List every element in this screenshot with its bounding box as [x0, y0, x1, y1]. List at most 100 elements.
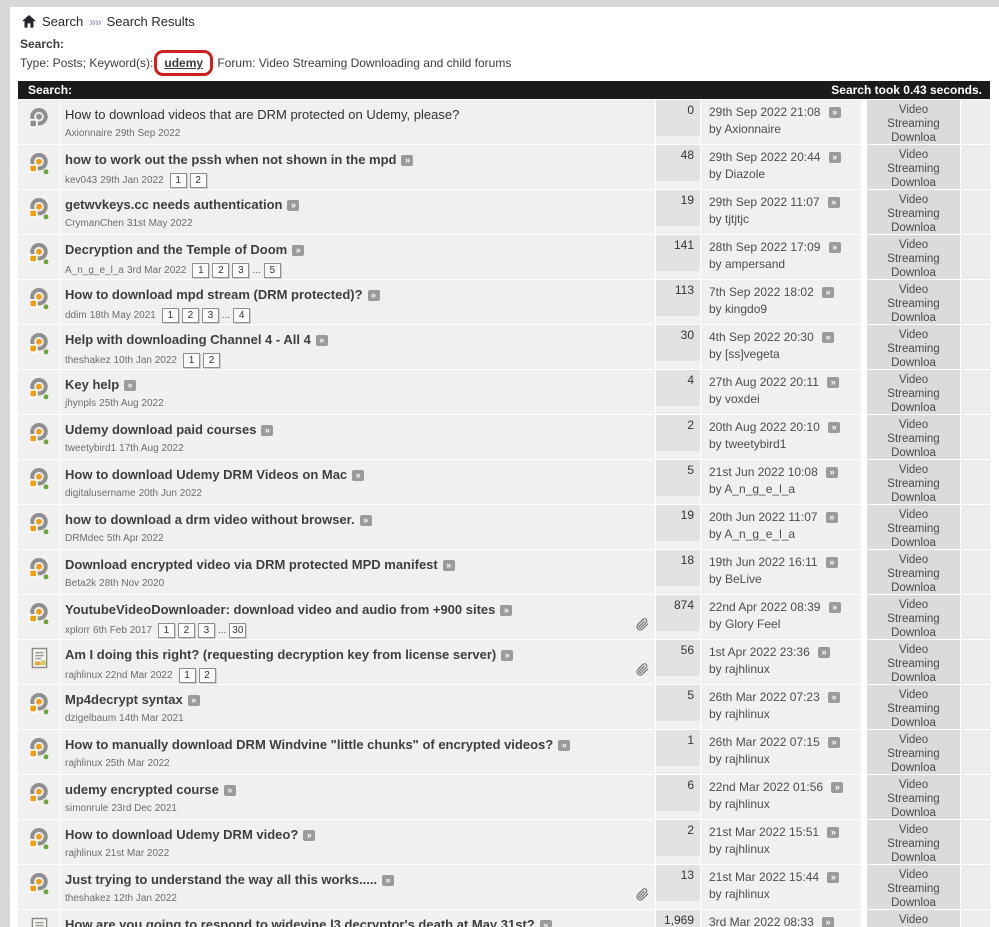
page-number-button[interactable]: 1 [157, 623, 175, 638]
thread-title-link[interactable]: udemy encrypted course [65, 782, 219, 797]
thread-author[interactable]: DRMdec [65, 533, 104, 544]
goto-last-post-icon[interactable]: » [827, 827, 840, 838]
thread-title-link[interactable]: Mp4decrypt syntax [65, 692, 183, 707]
forum-cell[interactable]: Video Streaming Downloa [867, 280, 960, 324]
goto-last-post-icon[interactable]: » [822, 917, 835, 927]
page-number-button[interactable]: 3 [232, 263, 250, 278]
forum-name-link[interactable]: Video Streaming Downloa [882, 284, 946, 324]
goto-newest-post-icon[interactable]: » [539, 920, 552, 927]
forum-cell[interactable]: Video Streaming Downloa [867, 550, 960, 594]
last-post-author[interactable]: by tweetybird1 [709, 437, 786, 451]
forum-name-link[interactable]: Video Streaming Downloa [882, 374, 946, 414]
thread-title-link[interactable]: Just trying to understand the way all th… [65, 872, 377, 887]
forum-cell[interactable]: Video Streaming Downloa [867, 865, 960, 909]
forum-name-link[interactable]: Video Streaming Downloa [882, 419, 946, 459]
forum-cell[interactable]: Video Streaming Downloa [867, 910, 960, 927]
page-number-button[interactable]: 2 [202, 353, 220, 368]
thread-author[interactable]: jhynpls [65, 398, 96, 409]
last-post-author[interactable]: by rajhlinux [709, 887, 770, 901]
goto-last-post-icon[interactable]: » [826, 467, 839, 478]
last-post-author[interactable]: by A_n_g_e_l_a [709, 482, 795, 496]
thread-title-link[interactable]: how to work out the pssh when not shown … [65, 152, 396, 167]
goto-last-post-icon[interactable]: » [828, 422, 841, 433]
goto-last-post-icon[interactable]: » [828, 242, 841, 253]
forum-name-link[interactable]: Video Streaming Downloa [882, 464, 946, 504]
thread-title-link[interactable]: Udemy download paid courses [65, 422, 256, 437]
goto-last-post-icon[interactable]: » [827, 377, 840, 388]
goto-last-post-icon[interactable]: » [828, 692, 841, 703]
page-number-button[interactable]: 1 [169, 173, 187, 188]
thread-author[interactable]: CrymanChen [65, 218, 124, 229]
forum-name-link[interactable]: Video Streaming Downloa [882, 194, 946, 234]
goto-last-post-icon[interactable]: » [822, 332, 835, 343]
goto-newest-post-icon[interactable]: » [401, 155, 414, 166]
attachment-paperclip-icon[interactable] [636, 663, 649, 676]
thread-title-link[interactable]: Am I doing this right? (requesting decry… [65, 647, 496, 662]
breadcrumb-search[interactable]: Search [42, 14, 83, 29]
forum-name-link[interactable]: Video Streaming Downloa [882, 554, 946, 594]
last-post-author[interactable]: by A_n_g_e_l_a [709, 527, 795, 541]
forum-name-link[interactable]: Video Streaming Downloa [882, 329, 946, 369]
thread-author[interactable]: rajhlinux [65, 670, 102, 681]
thread-title-link[interactable]: How to manually download DRM Windvine "l… [65, 737, 553, 752]
goto-newest-post-icon[interactable]: » [359, 515, 372, 526]
thread-author[interactable]: dzigelbaum [65, 713, 116, 724]
forum-cell[interactable]: Video Streaming Downloa [867, 595, 960, 639]
last-post-author[interactable]: by rajhlinux [709, 797, 770, 811]
forum-cell[interactable]: Video Streaming Downloa [867, 190, 960, 234]
goto-newest-post-icon[interactable]: » [442, 560, 455, 571]
thread-author[interactable]: kev043 [65, 175, 97, 186]
forum-cell[interactable]: Video Streaming Downloa [867, 820, 960, 864]
thread-title-link[interactable]: Decryption and the Temple of Doom [65, 242, 287, 257]
goto-last-post-icon[interactable]: » [818, 647, 831, 658]
page-number-button[interactable]: 3 [197, 623, 215, 638]
forum-cell[interactable]: Video Streaming Downloa [867, 505, 960, 549]
goto-newest-post-icon[interactable]: » [500, 605, 513, 616]
forum-name-link[interactable]: Video Streaming Downloa [882, 734, 946, 774]
thread-author[interactable]: tweetybird1 [65, 443, 116, 454]
forum-cell[interactable]: Video Streaming Downloa [867, 100, 960, 144]
page-number-button[interactable]: 1 [192, 263, 210, 278]
last-post-author[interactable]: by rajhlinux [709, 752, 770, 766]
goto-last-post-icon[interactable]: » [827, 872, 840, 883]
last-post-author[interactable]: by BeLive [709, 572, 762, 586]
goto-last-post-icon[interactable]: » [825, 512, 838, 523]
thread-author[interactable]: Beta2k [65, 578, 96, 589]
thread-title-link[interactable]: How to download Udemy DRM Videos on Mac [65, 467, 347, 482]
forum-name-link[interactable]: Video Streaming Downloa [882, 239, 946, 279]
page-number-button[interactable]: 2 [198, 668, 216, 683]
forum-cell[interactable]: Video Streaming Downloa [867, 775, 960, 819]
forum-name-link[interactable]: Video Streaming Downloa [882, 104, 946, 144]
page-number-button[interactable]: 1 [161, 308, 179, 323]
goto-newest-post-icon[interactable]: » [367, 290, 380, 301]
goto-newest-post-icon[interactable]: » [287, 200, 300, 211]
page-number-button[interactable]: 3 [201, 308, 219, 323]
page-number-button[interactable]: 1 [178, 668, 196, 683]
thread-author[interactable]: ddim [65, 310, 87, 321]
forum-name-link[interactable]: Video Streaming Downloa [882, 869, 946, 909]
goto-last-post-icon[interactable]: » [827, 197, 840, 208]
last-post-author[interactable]: by Axionnaire [709, 122, 781, 136]
attachment-paperclip-icon[interactable] [636, 888, 649, 901]
thread-title-link[interactable]: how to download a drm video without brow… [65, 512, 355, 527]
goto-last-post-icon[interactable]: » [822, 287, 835, 298]
thread-author[interactable]: rajhlinux [65, 848, 102, 859]
last-post-author[interactable]: by voxdei [709, 392, 760, 406]
forum-name-link[interactable]: Video Streaming Downloa [882, 824, 946, 864]
forum-name-link[interactable]: Video Streaming Downloa [882, 509, 946, 549]
thread-title-link[interactable]: How to download mpd stream (DRM protecte… [65, 287, 363, 302]
forum-cell[interactable]: Video Streaming Downloa [867, 460, 960, 504]
page-number-button[interactable]: 2 [181, 308, 199, 323]
goto-newest-post-icon[interactable]: » [303, 830, 316, 841]
thread-title-link[interactable]: Key help [65, 377, 119, 392]
thread-author[interactable]: theshakez [65, 355, 111, 366]
last-post-author[interactable]: by rajhlinux [709, 662, 770, 676]
last-post-author[interactable]: by kingdo9 [709, 302, 767, 316]
forum-name-link[interactable]: Video Streaming Downloa [882, 599, 946, 639]
goto-last-post-icon[interactable]: » [831, 782, 844, 793]
goto-last-post-icon[interactable]: » [828, 152, 841, 163]
forum-name-link[interactable]: Video Streaming Downloa [882, 644, 946, 684]
forum-name-link[interactable]: Video Streaming Downloa [882, 779, 946, 819]
forum-cell[interactable]: Video Streaming Downloa [867, 145, 960, 189]
last-post-author[interactable]: by rajhlinux [709, 842, 770, 856]
